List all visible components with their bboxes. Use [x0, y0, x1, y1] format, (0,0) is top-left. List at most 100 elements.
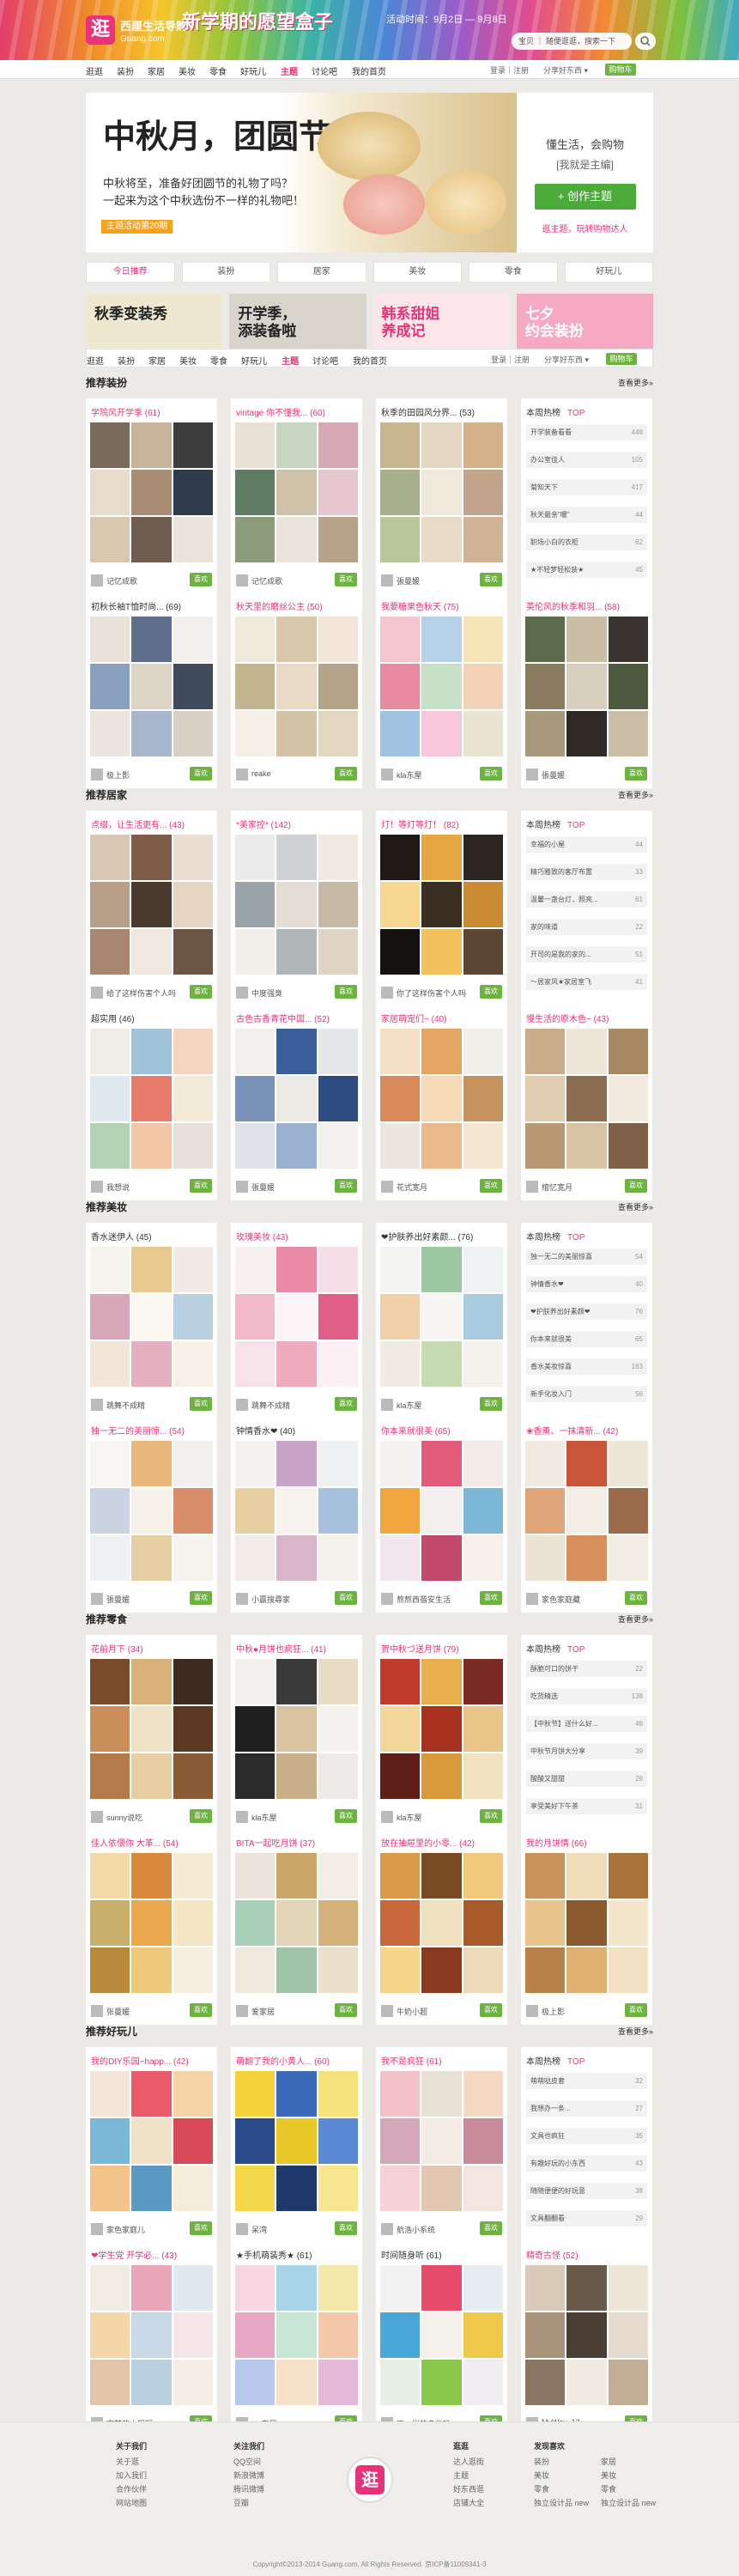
- product-thumbnail[interactable]: [131, 1659, 172, 1704]
- product-thumbnail[interactable]: [380, 1947, 421, 1993]
- nav-item[interactable]: 零食: [209, 64, 227, 77]
- product-thumbnail[interactable]: [463, 2166, 503, 2211]
- product-thumbnail[interactable]: [173, 1294, 213, 1340]
- follow-button[interactable]: 喜欢: [480, 573, 502, 586]
- product-thumbnail[interactable]: [131, 1535, 172, 1581]
- thumbnail-grid[interactable]: [235, 617, 358, 756]
- nav-item[interactable]: 零食: [210, 354, 227, 367]
- product-thumbnail[interactable]: [380, 1535, 421, 1581]
- card-title[interactable]: 独一无二的美丽惊... (54): [91, 1424, 213, 1437]
- product-thumbnail[interactable]: [276, 1294, 317, 1340]
- product-thumbnail[interactable]: [131, 1853, 172, 1899]
- avatar[interactable]: [236, 1399, 248, 1411]
- product-thumbnail[interactable]: [318, 1900, 358, 1946]
- product-thumbnail[interactable]: [235, 1706, 276, 1752]
- product-thumbnail[interactable]: [463, 1535, 503, 1581]
- product-thumbnail[interactable]: [276, 2071, 317, 2117]
- category-tab[interactable]: 零食: [469, 262, 558, 283]
- nav-item[interactable]: 好玩儿: [241, 354, 267, 367]
- product-thumbnail[interactable]: [463, 835, 503, 880]
- product-thumbnail[interactable]: [380, 1753, 421, 1799]
- product-thumbnail[interactable]: [318, 2166, 358, 2211]
- product-thumbnail[interactable]: [90, 470, 130, 515]
- product-thumbnail[interactable]: [173, 1753, 213, 1799]
- product-thumbnail[interactable]: [318, 1753, 358, 1799]
- product-thumbnail[interactable]: [608, 1900, 648, 1946]
- product-thumbnail[interactable]: [463, 1900, 503, 1946]
- card-title[interactable]: 钟情香水❤ (40): [236, 1424, 358, 1437]
- product-thumbnail[interactable]: [608, 664, 648, 709]
- username[interactable]: 航浩小系统: [397, 2224, 435, 2235]
- avatar[interactable]: [381, 1399, 393, 1411]
- theme-card[interactable]: 慢生活的原木色~ (43) 绾忆宽月 喜欢: [521, 1005, 652, 1200]
- footer-link[interactable]: 美妆: [534, 2469, 589, 2482]
- product-thumbnail[interactable]: [566, 617, 607, 662]
- nav-item[interactable]: 逛逛: [86, 64, 103, 77]
- product-thumbnail[interactable]: [276, 1488, 317, 1534]
- hot-list-item[interactable]: 家的味道 22: [526, 919, 647, 935]
- product-thumbnail[interactable]: [608, 2360, 648, 2405]
- product-thumbnail[interactable]: [566, 711, 607, 756]
- product-thumbnail[interactable]: [318, 1341, 358, 1387]
- follow-button[interactable]: 喜欢: [480, 767, 502, 781]
- product-thumbnail[interactable]: [421, 2265, 462, 2311]
- thumbnail-grid[interactable]: [235, 1247, 358, 1387]
- follow-button[interactable]: 喜欢: [335, 573, 357, 586]
- product-thumbnail[interactable]: [235, 1535, 276, 1581]
- product-thumbnail[interactable]: [276, 1341, 317, 1387]
- product-thumbnail[interactable]: [608, 1488, 648, 1534]
- product-thumbnail[interactable]: [276, 2312, 317, 2358]
- product-thumbnail[interactable]: [173, 1488, 213, 1534]
- promo-headline[interactable]: 新学期的愿望盒子: [182, 7, 333, 34]
- product-thumbnail[interactable]: [90, 882, 130, 927]
- product-thumbnail[interactable]: [380, 1853, 421, 1899]
- product-thumbnail[interactable]: [421, 1076, 462, 1121]
- product-thumbnail[interactable]: [173, 929, 213, 975]
- product-thumbnail[interactable]: [276, 1753, 317, 1799]
- hot-list-item[interactable]: 秋天最亲"暖" 44: [526, 507, 647, 523]
- theme-card[interactable]: 英伦风的秋季和羽... (58) 張曼媛 喜欢: [521, 592, 652, 788]
- theme-card[interactable]: 秋季的田园风分界... (53) 張曼媛 喜欢: [376, 398, 507, 594]
- product-thumbnail[interactable]: [235, 1029, 276, 1074]
- product-thumbnail[interactable]: [235, 2265, 276, 2311]
- follow-button[interactable]: 喜欢: [480, 1591, 502, 1605]
- follow-button[interactable]: 喜欢: [335, 1397, 357, 1411]
- thumbnail-grid[interactable]: [90, 617, 213, 756]
- product-thumbnail[interactable]: [380, 1029, 421, 1074]
- nav-item[interactable]: 主题: [282, 354, 299, 367]
- product-thumbnail[interactable]: [173, 1123, 213, 1169]
- card-title[interactable]: ★手机萌装秀★ (61): [236, 2248, 358, 2261]
- product-thumbnail[interactable]: [318, 1294, 358, 1340]
- theme-card[interactable]: ★手机萌装秀★ (61)kla东屋喜欢: [231, 2241, 362, 2437]
- thumbnail-grid[interactable]: [235, 422, 358, 562]
- product-thumbnail[interactable]: [421, 1294, 462, 1340]
- thumbnail-grid[interactable]: [90, 2265, 213, 2405]
- card-title[interactable]: 精奇古怪 (52): [526, 2248, 648, 2261]
- product-thumbnail[interactable]: [380, 664, 421, 709]
- username[interactable]: 牛奶小超: [397, 2006, 427, 2017]
- card-title[interactable]: 英伦风的秋季和羽... (58): [526, 599, 648, 612]
- product-thumbnail[interactable]: [276, 2265, 317, 2311]
- product-thumbnail[interactable]: [173, 1706, 213, 1752]
- product-thumbnail[interactable]: [318, 1441, 358, 1486]
- avatar[interactable]: [381, 1181, 393, 1193]
- nav-item[interactable]: 装扮: [117, 64, 134, 77]
- product-thumbnail[interactable]: [421, 929, 462, 975]
- product-thumbnail[interactable]: [131, 929, 172, 975]
- product-thumbnail[interactable]: [380, 2166, 421, 2211]
- follow-button[interactable]: 喜欢: [190, 573, 212, 586]
- username[interactable]: 熬熬西蓓安生活: [397, 1594, 451, 1605]
- theme-card[interactable]: *美家控* (142) 中度强臭 喜欢: [231, 811, 362, 1006]
- product-thumbnail[interactable]: [90, 929, 130, 975]
- thumbnail-grid[interactable]: [235, 1659, 358, 1799]
- product-thumbnail[interactable]: [463, 1441, 503, 1486]
- nav-item[interactable]: 家居: [148, 354, 166, 367]
- product-thumbnail[interactable]: [608, 617, 648, 662]
- card-title[interactable]: 我的DIY乐园~happ... (42): [91, 2054, 213, 2067]
- product-thumbnail[interactable]: [421, 2071, 462, 2117]
- product-thumbnail[interactable]: [318, 1488, 358, 1534]
- product-thumbnail[interactable]: [421, 1947, 462, 1993]
- product-thumbnail[interactable]: [276, 1029, 317, 1074]
- product-thumbnail[interactable]: [173, 835, 213, 880]
- product-thumbnail[interactable]: [318, 882, 358, 927]
